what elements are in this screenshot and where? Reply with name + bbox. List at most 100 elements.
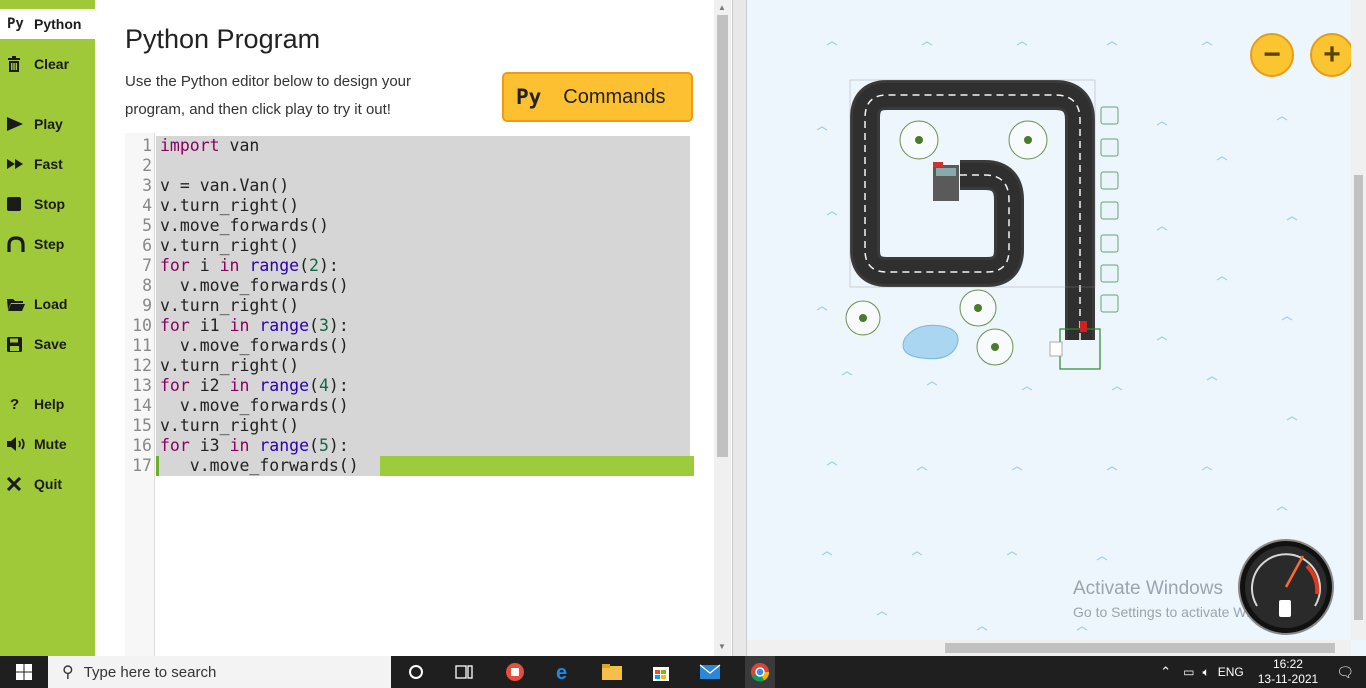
clock-time: 16:22 <box>1272 657 1303 671</box>
stop-icon <box>7 197 27 211</box>
language-indicator[interactable]: ENG <box>1218 665 1244 679</box>
code-line[interactable]: 17 v.move_forwards() <box>125 456 725 476</box>
scrollbar-thumb[interactable] <box>945 643 1335 653</box>
sidebar-item-label: Fast <box>34 156 63 172</box>
sidebar-item-stop[interactable]: Stop <box>0 189 95 219</box>
close-icon <box>7 477 27 491</box>
speaker-icon <box>7 437 27 451</box>
code-line[interactable]: 12 v.turn_right() <box>125 356 725 376</box>
code-line[interactable]: 3 v = van.Van() <box>125 176 725 196</box>
code-editor[interactable]: 1 import van 2 3 v = van.Van() 4 v.turn_right(… <box>125 133 700 656</box>
code-text: for i in range(2): <box>160 256 339 275</box>
sidebar-item-step[interactable]: Step <box>0 229 95 259</box>
volume-icon[interactable]: 🔈︎ <box>1203 665 1210 680</box>
plus-icon: + <box>1323 38 1341 71</box>
code-line[interactable]: 9 v.turn_right() <box>125 296 725 316</box>
code-line[interactable]: 1 import van <box>125 136 725 156</box>
line-number: 1 <box>142 136 152 155</box>
file-explorer-icon[interactable] <box>600 660 624 684</box>
sidebar-item-label: Clear <box>34 56 70 72</box>
trash-icon <box>7 56 27 72</box>
cortana-icon[interactable] <box>404 660 428 684</box>
code-text: v.turn_right() <box>160 416 300 435</box>
python-icon: Py <box>7 16 24 32</box>
scroll-up-arrow-icon[interactable]: ▲ <box>718 3 727 12</box>
map-vertical-scrollbar[interactable] <box>1351 0 1366 640</box>
task-view-icon[interactable] <box>452 660 476 684</box>
sidebar-item-fast[interactable]: Fast <box>0 149 95 179</box>
panel-divider[interactable] <box>732 0 747 656</box>
code-line[interactable]: 8 v.move_forwards() <box>125 276 725 296</box>
chrome-icon[interactable] <box>745 656 775 688</box>
sidebar-item-help[interactable]: ? Help <box>0 389 95 419</box>
sidebar-item-load[interactable]: Load <box>0 289 95 319</box>
code-text: v.move_forwards() <box>160 216 329 235</box>
code-text: v.turn_right() <box>160 196 300 215</box>
step-icon <box>7 236 27 252</box>
sidebar-item-label: Play <box>34 116 63 132</box>
sidebar-item-label: Stop <box>34 196 66 212</box>
notifications-icon[interactable]: 🗨︎ <box>1336 664 1354 681</box>
python-icon: Py <box>516 85 542 109</box>
scrollbar-thumb[interactable] <box>1354 175 1363 620</box>
sidebar-item-save[interactable]: Save <box>0 329 95 359</box>
app-icon[interactable] <box>503 660 527 684</box>
sidebar: Py Python Clear Play Fast Stop Step Load… <box>0 0 95 656</box>
zoom-out-button[interactable]: − <box>1250 33 1294 77</box>
folder-icon <box>7 297 27 311</box>
line-number: 10 <box>132 316 152 335</box>
commands-button[interactable]: Py Commands <box>502 72 693 122</box>
code-line[interactable]: 6 v.turn_right() <box>125 236 725 256</box>
network-icon[interactable]: ▭ <box>1183 665 1194 679</box>
sidebar-item-python[interactable]: Py Python <box>0 9 95 39</box>
editor-scrollbar[interactable]: ▲ ▼ <box>714 0 731 656</box>
map-horizontal-scrollbar[interactable] <box>747 640 1351 656</box>
code-line[interactable]: 13 for i2 in range(4): <box>125 376 725 396</box>
line-number: 13 <box>132 376 152 395</box>
sidebar-item-mute[interactable]: Mute <box>0 429 95 459</box>
line-number: 7 <box>142 256 152 275</box>
instructions-text: Use the Python editor below to design yo… <box>125 73 412 118</box>
taskbar: ⚲ Type here to search e ⌃ ▭ 🔈︎ ENG 16:22… <box>0 656 1366 688</box>
code-line[interactable]: 11 v.move_forwards() <box>125 336 725 356</box>
code-line[interactable]: 14 v.move_forwards() <box>125 396 725 416</box>
store-icon[interactable] <box>649 660 673 684</box>
line-number: 14 <box>132 396 152 415</box>
code-line[interactable]: 16 for i3 in range(5): <box>125 436 725 456</box>
sidebar-item-label: Load <box>34 296 68 312</box>
line-number: 5 <box>142 216 152 235</box>
search-placeholder: Type here to search <box>83 663 217 681</box>
code-line[interactable]: 10 for i1 in range(3): <box>125 316 725 336</box>
fuel-gauge-icon <box>1238 539 1334 635</box>
svg-text:e: e <box>556 662 567 682</box>
sidebar-item-label: Mute <box>34 436 67 452</box>
sidebar-item-quit[interactable]: Quit <box>0 469 95 499</box>
code-text: for i1 in range(3): <box>160 316 349 335</box>
code-line[interactable]: 7 for i in range(2): <box>125 256 725 276</box>
scroll-down-arrow-icon[interactable]: ▼ <box>718 642 727 651</box>
code-line[interactable]: 5 v.move_forwards() <box>125 216 725 236</box>
zoom-in-button[interactable]: + <box>1310 33 1354 77</box>
code-lines: 1 import van 2 3 v = van.Van() 4 v.turn_right(… <box>125 136 725 476</box>
edge-icon[interactable]: e <box>552 660 576 684</box>
taskbar-search-input[interactable]: ⚲ Type here to search <box>48 656 391 688</box>
code-text: v = van.Van() <box>160 176 290 195</box>
code-text: import van <box>160 136 260 155</box>
code-line[interactable]: 2 <box>125 156 725 176</box>
chevron-up-icon[interactable]: ⌃ <box>1160 664 1171 680</box>
code-text: v.turn_right() <box>160 236 300 255</box>
mail-icon[interactable] <box>698 660 722 684</box>
code-line[interactable]: 4 v.turn_right() <box>125 196 725 216</box>
sidebar-item-play[interactable]: Play <box>0 109 95 139</box>
save-icon <box>7 336 27 352</box>
sidebar-item-clear[interactable]: Clear <box>0 49 95 79</box>
start-button[interactable] <box>0 656 48 688</box>
line-number: 3 <box>142 176 152 195</box>
sidebar-item-label: Help <box>34 396 65 412</box>
code-line[interactable]: 15 v.turn_right() <box>125 416 725 436</box>
scrollbar-thumb[interactable] <box>717 15 728 457</box>
line-number: 12 <box>132 356 152 375</box>
search-icon: ⚲ <box>62 664 74 681</box>
app-window: Py Python Clear Play Fast Stop Step Load… <box>0 0 1366 688</box>
clock[interactable]: 16:22 13-11-2021 <box>1258 657 1319 687</box>
